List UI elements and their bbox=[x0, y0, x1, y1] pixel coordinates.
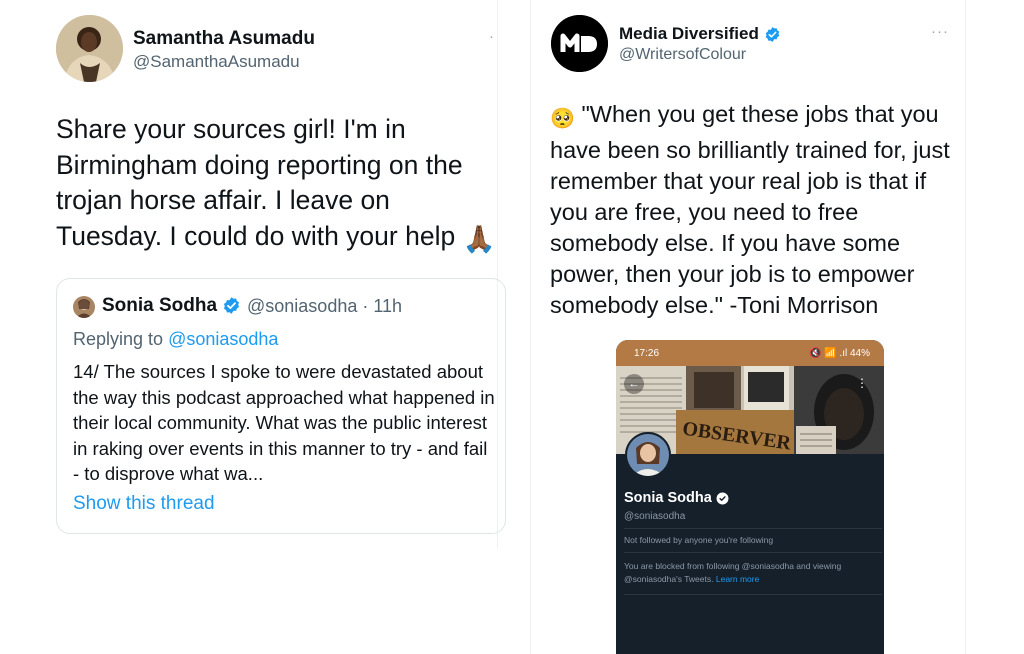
verified-badge-icon bbox=[765, 27, 779, 42]
pray-emoji: 🙏🏾 bbox=[462, 223, 496, 254]
right-tweet-card: Media Diversified @WritersofColour ··· 🥺… bbox=[530, 0, 966, 654]
media-diversified-avatar[interactable] bbox=[551, 15, 608, 72]
quoted-author-name-text: Sonia Sodha bbox=[102, 295, 218, 316]
profile-name: Sonia Sodha bbox=[624, 490, 729, 506]
tweet-text: 🥺 "When you get these jobs that you have… bbox=[550, 99, 960, 321]
verified-badge-icon bbox=[224, 297, 240, 315]
quoted-tweet[interactable]: Sonia Sodha @soniasodha · 11h Replying t… bbox=[56, 278, 506, 534]
profile-handle: @soniasodha bbox=[624, 511, 686, 522]
followed-by-text: Not followed by anyone you're following bbox=[624, 535, 774, 545]
quoted-tweet-text: 14/ The sources I spoke to were devastat… bbox=[73, 361, 495, 484]
profile-screenshot[interactable]: 17:26 🔇 📶 .ıl 44% OBSERVER ← ⋮ Sonia Sod… bbox=[616, 340, 884, 654]
replying-to: Replying to @soniasodha bbox=[73, 329, 278, 350]
sonia-profile-pic bbox=[625, 432, 671, 478]
sonia-avatar bbox=[73, 296, 95, 318]
pleading-emoji: 🥺 bbox=[550, 108, 575, 130]
blocked-notice: You are blocked from following @soniasod… bbox=[624, 560, 864, 586]
status-icons: 🔇 📶 .ıl 44% bbox=[808, 348, 870, 359]
samantha-avatar[interactable] bbox=[56, 15, 123, 82]
profile-name-text: Sonia Sodha bbox=[624, 490, 712, 506]
author-name[interactable]: Samantha Asumadu bbox=[133, 28, 315, 50]
replying-handle-link[interactable]: @soniasodha bbox=[168, 329, 278, 349]
show-thread-link[interactable]: Show this thread bbox=[73, 493, 215, 515]
quoted-author-name: Sonia Sodha bbox=[102, 295, 241, 317]
left-tweet-card: Samantha Asumadu @SamanthaAsumadu · Shar… bbox=[34, 0, 506, 548]
tweet-text: Share your sources girl! I'm in Birmingh… bbox=[56, 112, 496, 257]
more-icon[interactable]: · bbox=[489, 28, 495, 45]
replying-prefix: Replying to bbox=[73, 329, 169, 349]
tweet-body: Share your sources girl! I'm in Birmingh… bbox=[56, 114, 463, 251]
phone-status-bar: 17:26 🔇 📶 .ıl 44% bbox=[616, 340, 884, 366]
divider bbox=[624, 552, 882, 553]
divider bbox=[624, 594, 882, 595]
more-icon[interactable]: ··· bbox=[931, 23, 949, 40]
tweet-body: "When you get these jobs that you have b… bbox=[550, 101, 950, 318]
author-name-text: Media Diversified bbox=[619, 24, 759, 43]
learn-more-link[interactable]: Learn more bbox=[716, 574, 759, 584]
author-name[interactable]: Media Diversified bbox=[619, 24, 781, 44]
back-arrow-icon[interactable]: ← bbox=[624, 374, 644, 394]
verified-badge-icon bbox=[716, 492, 729, 505]
status-time: 17:26 bbox=[634, 348, 660, 359]
author-handle[interactable]: @WritersofColour bbox=[619, 46, 746, 64]
author-handle[interactable]: @SamanthaAsumadu bbox=[133, 52, 300, 72]
quoted-author-handle-time: @soniasodha · 11h bbox=[247, 296, 403, 316]
divider bbox=[624, 528, 882, 529]
phone-more-icon[interactable]: ⋮ bbox=[856, 376, 872, 392]
